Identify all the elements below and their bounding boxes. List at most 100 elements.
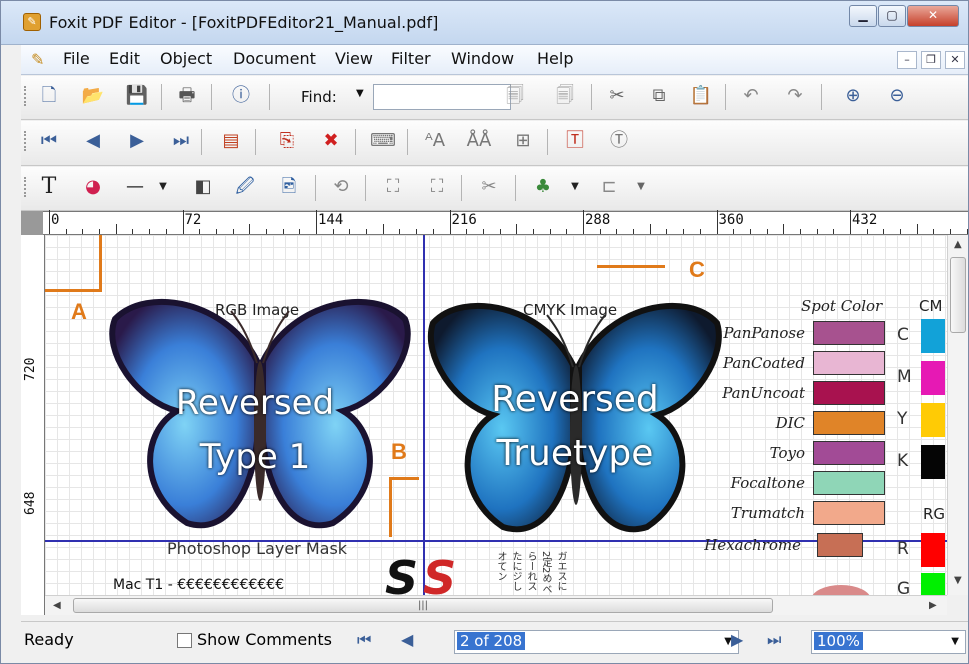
align-dropdown-icon[interactable]: ▼ (627, 174, 655, 200)
ruler-tick (366, 229, 368, 234)
ungroup-icon[interactable]: ⛶ (423, 174, 451, 200)
japanese-text-column: にジ (510, 561, 521, 581)
next-page-icon[interactable]: ▶ (123, 128, 151, 154)
shading-icon[interactable]: ♣ (529, 174, 557, 200)
scroll-right-icon[interactable]: ▶ (929, 600, 937, 611)
doc-close-button[interactable]: ✕ (945, 51, 965, 69)
horizontal-ruler: 0 72 144 216 288 360 432 (21, 210, 968, 235)
text-size-icon[interactable]: ᴬA (421, 128, 449, 154)
line-dropdown-icon[interactable]: ▼ (149, 174, 177, 200)
shape-icon[interactable]: ◧ (189, 174, 217, 200)
undo-icon[interactable]: ↶ (737, 83, 765, 109)
cmyk-swatch[interactable] (921, 445, 945, 479)
delete-page-icon[interactable]: ✖ (317, 128, 345, 154)
spot-swatch[interactable] (817, 533, 863, 557)
menu-edit[interactable]: Edit (109, 49, 140, 68)
info-icon[interactable]: ⓘ (227, 83, 255, 109)
zoom-dropdown-icon[interactable]: ▼ (951, 636, 959, 647)
shading-dropdown-icon[interactable]: ▼ (561, 174, 589, 200)
menu-help[interactable]: Help (537, 49, 573, 68)
find-prev-icon[interactable]: 🗐 (501, 83, 529, 109)
align-icon[interactable]: ⊏ (595, 174, 623, 200)
vertical-scroll-thumb[interactable] (950, 257, 966, 333)
clip-icon[interactable]: ✂ (475, 174, 503, 200)
text-spacing-icon[interactable]: ÅÅ (465, 128, 493, 154)
color-icon[interactable]: ◕ (79, 174, 107, 200)
find-dropdown-icon[interactable]: ▼ (356, 88, 364, 99)
spot-swatch[interactable] (813, 321, 885, 345)
zoom-in-icon[interactable]: ⊕ (839, 83, 867, 109)
transform-icon[interactable]: ⟲ (327, 174, 355, 200)
cmyk-title: CM (919, 297, 943, 315)
cut-icon[interactable]: ✂ (603, 83, 631, 109)
status-prev-page-icon[interactable]: ◀ (401, 630, 413, 649)
spot-swatch[interactable] (813, 501, 885, 525)
ruler-tick (649, 224, 651, 234)
ruler-tick (482, 229, 484, 234)
status-first-page-icon[interactable]: ⏮ (357, 630, 371, 650)
vertical-scrollbar[interactable]: ▲ ▼ (947, 235, 968, 595)
find-next-icon[interactable]: 🗐 (551, 83, 579, 109)
menu-view[interactable]: View (335, 49, 373, 68)
zoom-out-icon[interactable]: ⊖ (883, 83, 911, 109)
keyboard-icon[interactable]: ⌨ (369, 128, 397, 154)
rgb-title: RG (923, 505, 946, 523)
text-align-icon[interactable]: ⊞ (509, 128, 537, 154)
zoom-field[interactable]: 100% ▼ (811, 630, 966, 654)
menu-window[interactable]: Window (451, 49, 514, 68)
menu-document[interactable]: Document (233, 49, 316, 68)
insert-page-icon[interactable]: ⎘ (273, 128, 301, 154)
rgb-swatch[interactable] (921, 533, 945, 567)
doc-minimize-button[interactable]: – (897, 51, 917, 69)
scroll-left-icon[interactable]: ◀ (53, 600, 61, 611)
ruler-tick (749, 229, 751, 234)
cmyk-swatch[interactable] (921, 319, 945, 353)
menu-object[interactable]: Object (160, 49, 212, 68)
cmyk-swatch[interactable] (921, 403, 945, 437)
horizontal-scroll-thumb[interactable]: ||| (73, 598, 773, 613)
spot-swatch[interactable] (813, 381, 885, 405)
open-folder-icon[interactable]: 📂 (79, 83, 107, 109)
image-object-icon[interactable]: 🖻 (275, 174, 303, 200)
horizontal-scrollbar[interactable]: ◀ ||| ▶ (45, 595, 947, 615)
font-icon[interactable]: Ⓣ (605, 128, 633, 154)
cmyk-swatch[interactable] (921, 361, 945, 395)
spot-swatch[interactable] (813, 411, 885, 435)
page-properties-icon[interactable]: ▤ (217, 128, 245, 154)
last-page-icon[interactable]: ⏭ (167, 128, 195, 154)
print-icon[interactable]: 🖶 (173, 83, 201, 109)
add-text-icon[interactable]: T (35, 174, 63, 200)
status-last-page-icon[interactable]: ⏭ (767, 630, 781, 650)
text-object-icon[interactable]: 🅃 (561, 128, 589, 154)
menu-filter[interactable]: Filter (391, 49, 431, 68)
ruler-tick (950, 229, 952, 234)
prev-page-icon[interactable]: ◀ (79, 128, 107, 154)
find-input[interactable] (373, 84, 511, 110)
save-icon[interactable]: 💾 (123, 83, 151, 109)
spot-swatch[interactable] (813, 441, 885, 465)
cmyk-text-line2: Truetype (496, 433, 654, 474)
pink-shape (811, 585, 871, 595)
scroll-down-icon[interactable]: ▼ (954, 575, 962, 586)
pdf-page-canvas[interactable]: A B C RGB Image Reversed Type 1 CMYK Ima… (45, 235, 947, 595)
redo-icon[interactable]: ↷ (781, 83, 809, 109)
paste-icon[interactable]: 📋 (687, 83, 715, 109)
close-button[interactable]: ✕ (907, 5, 959, 27)
spot-swatch[interactable] (813, 351, 885, 375)
copy-icon[interactable]: ⧉ (645, 83, 673, 109)
group-icon[interactable]: ⛶ (379, 174, 407, 200)
maximize-button[interactable]: ▢ (878, 5, 906, 27)
scroll-up-icon[interactable]: ▲ (954, 239, 962, 250)
status-next-page-icon[interactable]: ▶ (731, 630, 743, 649)
new-file-icon[interactable]: 🗋 (35, 83, 63, 109)
line-icon[interactable]: — (121, 174, 149, 200)
show-comments-checkbox[interactable] (177, 633, 192, 648)
edit-image-icon[interactable]: 🖉 (231, 174, 259, 200)
spot-swatch[interactable] (813, 471, 885, 495)
rgb-swatch[interactable] (921, 573, 945, 595)
doc-restore-button[interactable]: ❐ (921, 51, 941, 69)
minimize-button[interactable]: ▁ (849, 5, 877, 27)
first-page-icon[interactable]: ⏮ (35, 128, 63, 154)
page-number-field[interactable]: 2 of 208 ▼ (454, 630, 739, 654)
menu-file[interactable]: File (63, 49, 90, 68)
